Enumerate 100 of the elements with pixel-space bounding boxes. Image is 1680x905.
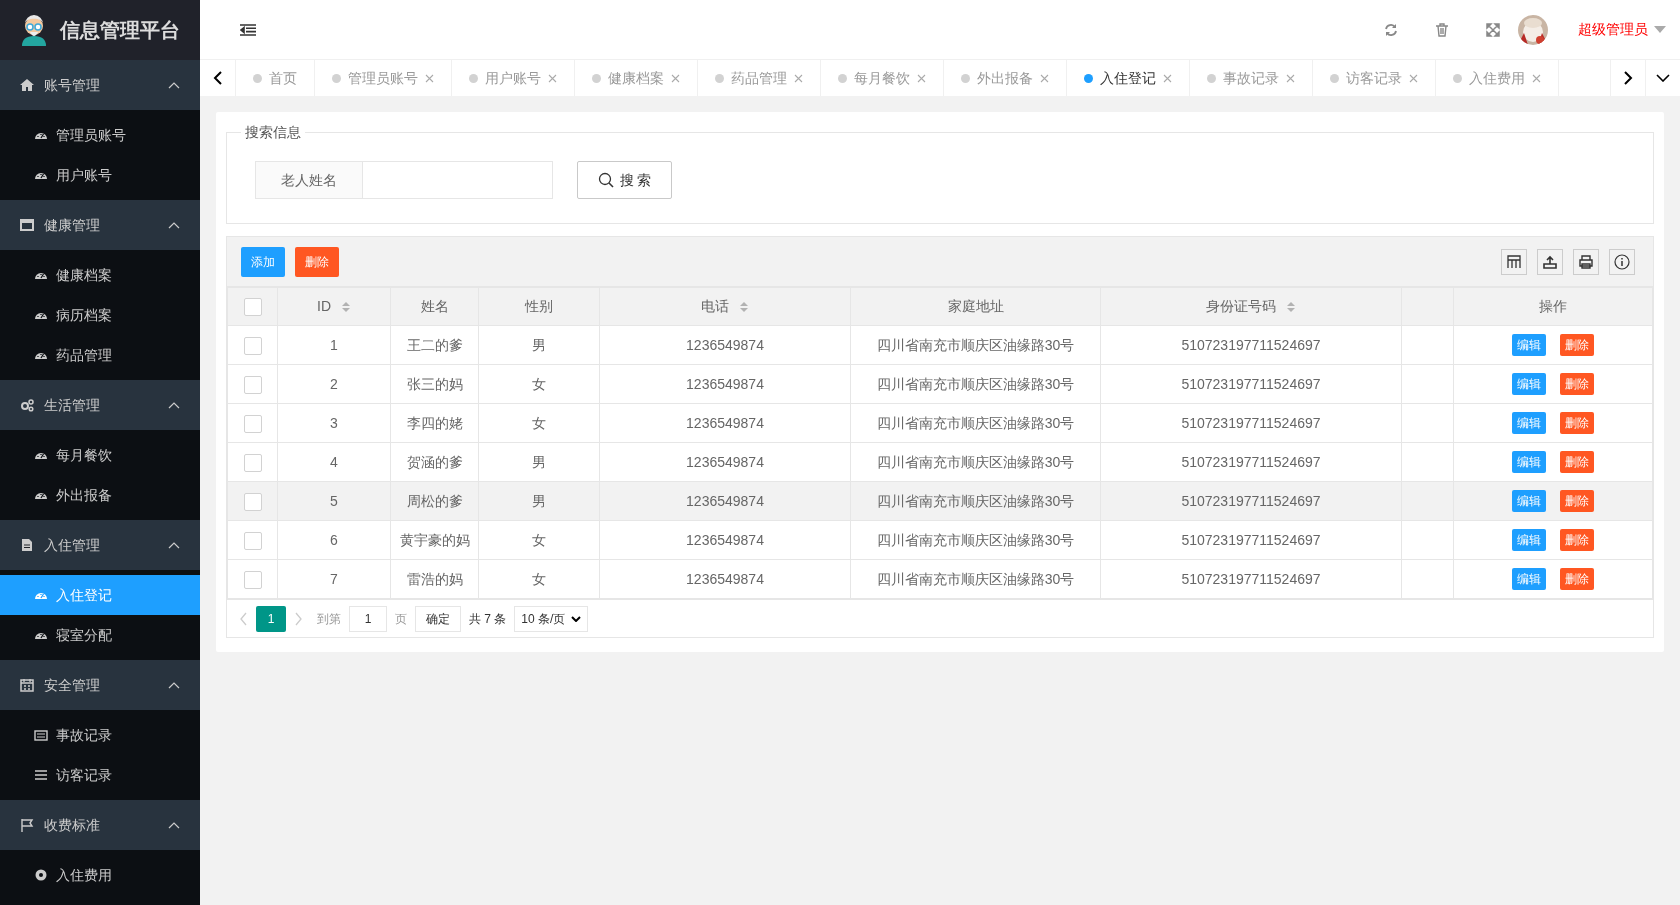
- tab[interactable]: 首页: [236, 60, 315, 96]
- sidebar-item[interactable]: 事故记录: [0, 715, 200, 755]
- edit-button[interactable]: 编辑: [1512, 334, 1546, 356]
- sidebar-item[interactable]: 入住费用: [0, 855, 200, 895]
- tab[interactable]: 外出报备: [944, 60, 1067, 96]
- close-icon[interactable]: [425, 73, 434, 83]
- edit-button[interactable]: 编辑: [1512, 529, 1546, 551]
- checkbox[interactable]: [243, 570, 262, 589]
- delete-button[interactable]: 删除: [1560, 490, 1594, 512]
- info-icon[interactable]: [1609, 248, 1635, 275]
- sidebar-item[interactable]: 健康档案: [0, 255, 200, 295]
- close-icon[interactable]: [794, 73, 803, 83]
- sort-icon[interactable]: [341, 300, 351, 313]
- refresh-icon[interactable]: [1384, 22, 1398, 37]
- sidebar-group[interactable]: 入住管理: [0, 520, 200, 570]
- delete-button[interactable]: 删除: [1560, 568, 1594, 590]
- close-icon[interactable]: [1409, 73, 1418, 83]
- edit-button[interactable]: 编辑: [1512, 412, 1546, 434]
- table-cell: 四川省南充市顺庆区油缘路30号: [876, 414, 1075, 431]
- tab[interactable]: 入住登记: [1067, 60, 1190, 96]
- checkbox[interactable]: [243, 492, 262, 511]
- table-cell: 四川省南充市顺庆区油缘路30号: [876, 570, 1075, 587]
- edit-button[interactable]: 编辑: [1512, 568, 1546, 590]
- column-header[interactable]: 姓名: [420, 296, 449, 317]
- confirm-button[interactable]: 确定: [415, 605, 461, 632]
- previous-icon[interactable]: [239, 611, 248, 626]
- table-cell: 510723197711524697: [1181, 531, 1321, 548]
- sidebar-item[interactable]: 管理员账号: [0, 115, 200, 155]
- add-button[interactable]: 添加: [241, 246, 285, 277]
- delete-button[interactable]: 删除: [1560, 412, 1594, 434]
- export-icon[interactable]: [1537, 248, 1563, 275]
- sidebar-group[interactable]: 收费标准: [0, 800, 200, 850]
- close-icon[interactable]: [671, 73, 680, 83]
- sidebar-group[interactable]: 安全管理: [0, 660, 200, 710]
- close-icon[interactable]: [548, 73, 557, 83]
- checkbox[interactable]: [243, 375, 262, 394]
- sidebar-item[interactable]: 外出报备: [0, 475, 200, 515]
- column-header[interactable]: 家庭地址: [947, 296, 1004, 317]
- trash-icon[interactable]: [1436, 22, 1448, 37]
- close-icon[interactable]: [1532, 73, 1541, 83]
- table-cell: 3: [330, 414, 338, 431]
- sidebar-item[interactable]: 入住登记: [0, 575, 200, 615]
- sidebar-group[interactable]: 账号管理: [0, 60, 200, 110]
- search-button[interactable]: 搜 索: [577, 161, 672, 199]
- close-icon[interactable]: [1040, 73, 1049, 83]
- column-header[interactable]: 身份证号码: [1206, 296, 1276, 317]
- delete-button[interactable]: 删除: [1560, 451, 1594, 473]
- sidebar-item[interactable]: 访客记录: [0, 755, 200, 795]
- delete-button[interactable]: 删除: [1560, 529, 1594, 551]
- sort-icon[interactable]: [739, 300, 749, 313]
- checkbox[interactable]: [243, 453, 262, 472]
- close-icon[interactable]: [1163, 73, 1172, 83]
- column-header[interactable]: 操作: [1539, 296, 1567, 317]
- delete-button[interactable]: 删除: [1560, 373, 1594, 395]
- checkbox[interactable]: [243, 298, 262, 317]
- tab[interactable]: 访客记录: [1313, 60, 1436, 96]
- delete-button[interactable]: 删除: [1560, 334, 1594, 356]
- page-button[interactable]: 1: [256, 605, 286, 632]
- column-header[interactable]: 电话: [701, 296, 729, 317]
- close-icon[interactable]: [917, 73, 926, 83]
- sidebar-item[interactable]: 寝室分配: [0, 615, 200, 655]
- table-cell: 510723197711524697: [1181, 570, 1321, 587]
- tab[interactable]: 每月餐饮: [821, 60, 944, 96]
- table-cell: 女: [532, 414, 546, 431]
- sidebar-item[interactable]: 用户账号: [0, 155, 200, 195]
- tab[interactable]: 药品管理: [698, 60, 821, 96]
- tab[interactable]: 管理员账号: [315, 60, 452, 96]
- tab[interactable]: 用户账号: [452, 60, 575, 96]
- page-size-select[interactable]: 10 条/页: [514, 605, 589, 632]
- tab[interactable]: 健康档案: [575, 60, 698, 96]
- table-cell: 四川省南充市顺庆区油缘路30号: [876, 531, 1075, 548]
- close-icon[interactable]: [1286, 73, 1295, 83]
- print-icon[interactable]: [1573, 248, 1599, 275]
- next-icon[interactable]: [294, 611, 303, 626]
- edit-button[interactable]: 编辑: [1512, 373, 1546, 395]
- sidebar-item[interactable]: 每月餐饮: [0, 435, 200, 475]
- sidebar-item[interactable]: 病历档案: [0, 295, 200, 335]
- checkbox[interactable]: [243, 414, 262, 433]
- column-header[interactable]: 性别: [525, 296, 553, 317]
- delete-button[interactable]: 删除: [295, 246, 339, 277]
- fullscreen-icon[interactable]: [1486, 22, 1500, 37]
- caret-icon[interactable]: [1654, 26, 1666, 33]
- sidebar-group[interactable]: 生活管理: [0, 380, 200, 430]
- tab[interactable]: 入住费用: [1436, 60, 1559, 96]
- name-field[interactable]: [363, 161, 553, 199]
- sidebar-item[interactable]: 药品管理: [0, 335, 200, 375]
- table-cell: 2: [330, 375, 338, 392]
- edit-button[interactable]: 编辑: [1512, 451, 1546, 473]
- sidebar-group[interactable]: 健康管理: [0, 200, 200, 250]
- columns-icon[interactable]: [1501, 248, 1527, 275]
- tab[interactable]: 事故记录: [1190, 60, 1313, 96]
- page-field[interactable]: 1: [349, 605, 387, 632]
- column-header[interactable]: ID: [317, 296, 331, 317]
- user-name[interactable]: 超级管理员: [1578, 19, 1648, 40]
- table-cell: 1236549874: [686, 414, 764, 431]
- checkbox[interactable]: [243, 531, 262, 550]
- menu-icon[interactable]: [240, 23, 256, 36]
- sort-icon[interactable]: [1286, 300, 1296, 313]
- edit-button[interactable]: 编辑: [1512, 490, 1546, 512]
- checkbox[interactable]: [243, 336, 262, 355]
